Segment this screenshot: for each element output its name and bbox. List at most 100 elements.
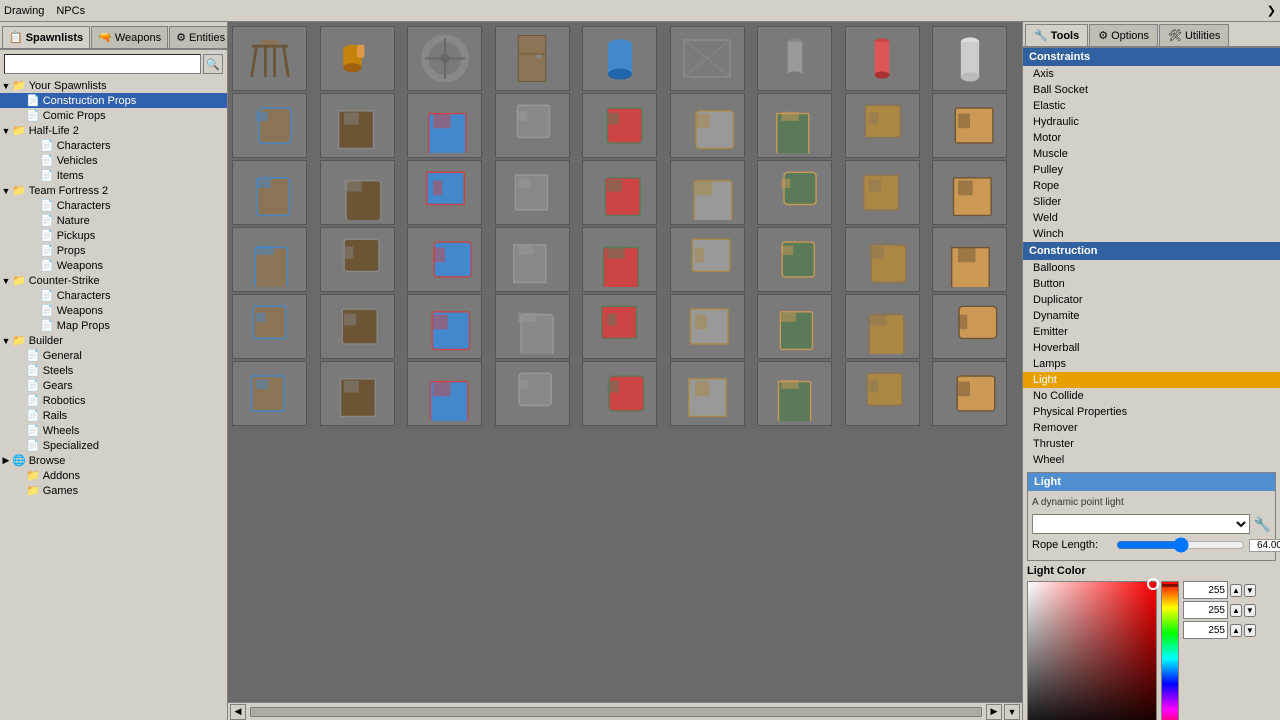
green-down-btn[interactable]: ▼ [1244,604,1256,617]
search-input[interactable] [4,54,201,74]
grid-cell[interactable] [670,227,745,292]
tree-item-cs-map-props[interactable]: 📄Map Props [0,318,227,333]
tree-item-counter-strike[interactable]: ▼📁Counter-Strike [0,273,227,288]
tree-item-cs-characters[interactable]: 📄Characters [0,288,227,303]
constraint-motor[interactable]: Motor [1023,130,1280,146]
tree-item-browse[interactable]: ▶🌐Browse [0,453,227,468]
tree-item-builder-rails[interactable]: 📄Rails [0,408,227,423]
red-up-btn[interactable]: ▲ [1230,584,1242,597]
tab-weapons[interactable]: 🔫Weapons [91,26,168,48]
constraint-ball-socket[interactable]: Ball Socket [1023,82,1280,98]
constraint-rope[interactable]: Rope [1023,178,1280,194]
tree-toggle[interactable]: ▼ [0,336,12,346]
construction-balloons[interactable]: Balloons [1023,260,1280,276]
grid-cell[interactable] [320,93,395,158]
grid-cell[interactable] [232,26,307,91]
grid-cell[interactable] [582,26,657,91]
grid-cell[interactable] [232,227,307,292]
grid-cell[interactable] [495,93,570,158]
construction-duplicator[interactable]: Duplicator [1023,292,1280,308]
constraint-muscle[interactable]: Muscle [1023,146,1280,162]
grid-cell[interactable] [582,227,657,292]
construction-hoverball[interactable]: Hoverball [1023,340,1280,356]
grid-cell[interactable] [757,294,832,359]
constraint-slider[interactable]: Slider [1023,194,1280,210]
grid-cell[interactable] [845,93,920,158]
light-preset-dropdown[interactable] [1032,514,1250,534]
construction-dynamite[interactable]: Dynamite [1023,308,1280,324]
tree-item-cs-weapons[interactable]: 📄Weapons [0,303,227,318]
grid-cell[interactable] [582,160,657,225]
construction-light[interactable]: Light [1023,372,1280,388]
tree-item-builder-specialized[interactable]: 📄Specialized [0,438,227,453]
grid-cell[interactable] [495,294,570,359]
tree-toggle[interactable]: ▼ [0,81,12,91]
rope-length-slider[interactable] [1116,538,1245,552]
grid-cell[interactable] [407,93,482,158]
constraint-axis[interactable]: Axis [1023,66,1280,82]
grid-cell[interactable] [845,294,920,359]
grid-cell[interactable] [495,361,570,426]
grid-cell[interactable] [757,93,832,158]
tree-item-hl2-items[interactable]: 📄Items [0,168,227,183]
grid-cell[interactable] [932,361,1007,426]
tab-entities[interactable]: ⚙Entities [169,26,227,48]
constraint-pulley[interactable]: Pulley [1023,162,1280,178]
grid-cell[interactable] [495,26,570,91]
blue-input[interactable] [1183,621,1228,639]
tree-item-half-life-2[interactable]: ▼📁Half-Life 2 [0,123,227,138]
construction-remover[interactable]: Remover [1023,420,1280,436]
tree-item-comic-props[interactable]: 📄Comic Props [0,108,227,123]
search-button[interactable]: 🔍 [203,54,223,74]
tree-item-builder[interactable]: ▼📁Builder [0,333,227,348]
tree-item-tf2-props[interactable]: 📄Props [0,243,227,258]
tree-item-tf2-pickups[interactable]: 📄Pickups [0,228,227,243]
blue-down-btn[interactable]: ▼ [1244,624,1256,637]
wrench-icon[interactable]: 🔧 [1254,516,1271,533]
tab-spawnlists[interactable]: 📋Spawnlists [2,26,90,48]
green-up-btn[interactable]: ▲ [1230,604,1242,617]
grid-cell[interactable] [757,227,832,292]
grid-cell[interactable] [582,294,657,359]
grid-cell[interactable] [757,26,832,91]
construction-emitter[interactable]: Emitter [1023,324,1280,340]
grid-cell[interactable] [407,227,482,292]
grid-cell[interactable] [407,361,482,426]
scroll-right-btn[interactable]: ▶ [986,704,1002,720]
scroll-down-btn[interactable]: ▼ [1004,704,1020,720]
grid-cell[interactable] [232,160,307,225]
tree-item-tf2-nature[interactable]: 📄Nature [0,213,227,228]
right-tab-utilities[interactable]: 🛠Utilities [1159,24,1229,46]
grid-cell[interactable] [232,294,307,359]
tree-toggle[interactable]: ▼ [0,186,12,196]
tree-toggle[interactable]: ▼ [0,276,12,286]
tree-item-browse-addons[interactable]: 📁Addons [0,468,227,483]
grid-cell[interactable] [320,26,395,91]
tree-item-your-spawnlists[interactable]: ▼📁Your Spawnlists [0,78,227,93]
constraint-weld[interactable]: Weld [1023,210,1280,226]
tree-item-builder-wheels[interactable]: 📄Wheels [0,423,227,438]
tree-item-tf2-weapons[interactable]: 📄Weapons [0,258,227,273]
grid-cell[interactable] [495,227,570,292]
construction-lamps[interactable]: Lamps [1023,356,1280,372]
color-gradient-picker[interactable] [1027,581,1157,720]
grid-cell[interactable] [932,93,1007,158]
grid-cell[interactable] [757,361,832,426]
tree-item-tf2-characters[interactable]: 📄Characters [0,198,227,213]
grid-cell[interactable] [670,294,745,359]
menu-drawing[interactable]: Drawing [4,5,44,17]
menu-npcs[interactable]: NPCs [56,5,85,17]
grid-cell[interactable] [757,160,832,225]
grid-cell[interactable] [320,227,395,292]
tree-item-builder-general[interactable]: 📄General [0,348,227,363]
grid-cell[interactable] [932,26,1007,91]
grid-cell[interactable] [845,160,920,225]
red-down-btn[interactable]: ▼ [1244,584,1256,597]
scroll-left-btn[interactable]: ◀ [230,704,246,720]
grid-cell[interactable] [932,227,1007,292]
grid-cell[interactable] [582,361,657,426]
grid-cell[interactable] [932,294,1007,359]
grid-cell[interactable] [845,26,920,91]
tree-toggle[interactable]: ▶ [0,455,12,466]
grid-cell[interactable] [232,361,307,426]
